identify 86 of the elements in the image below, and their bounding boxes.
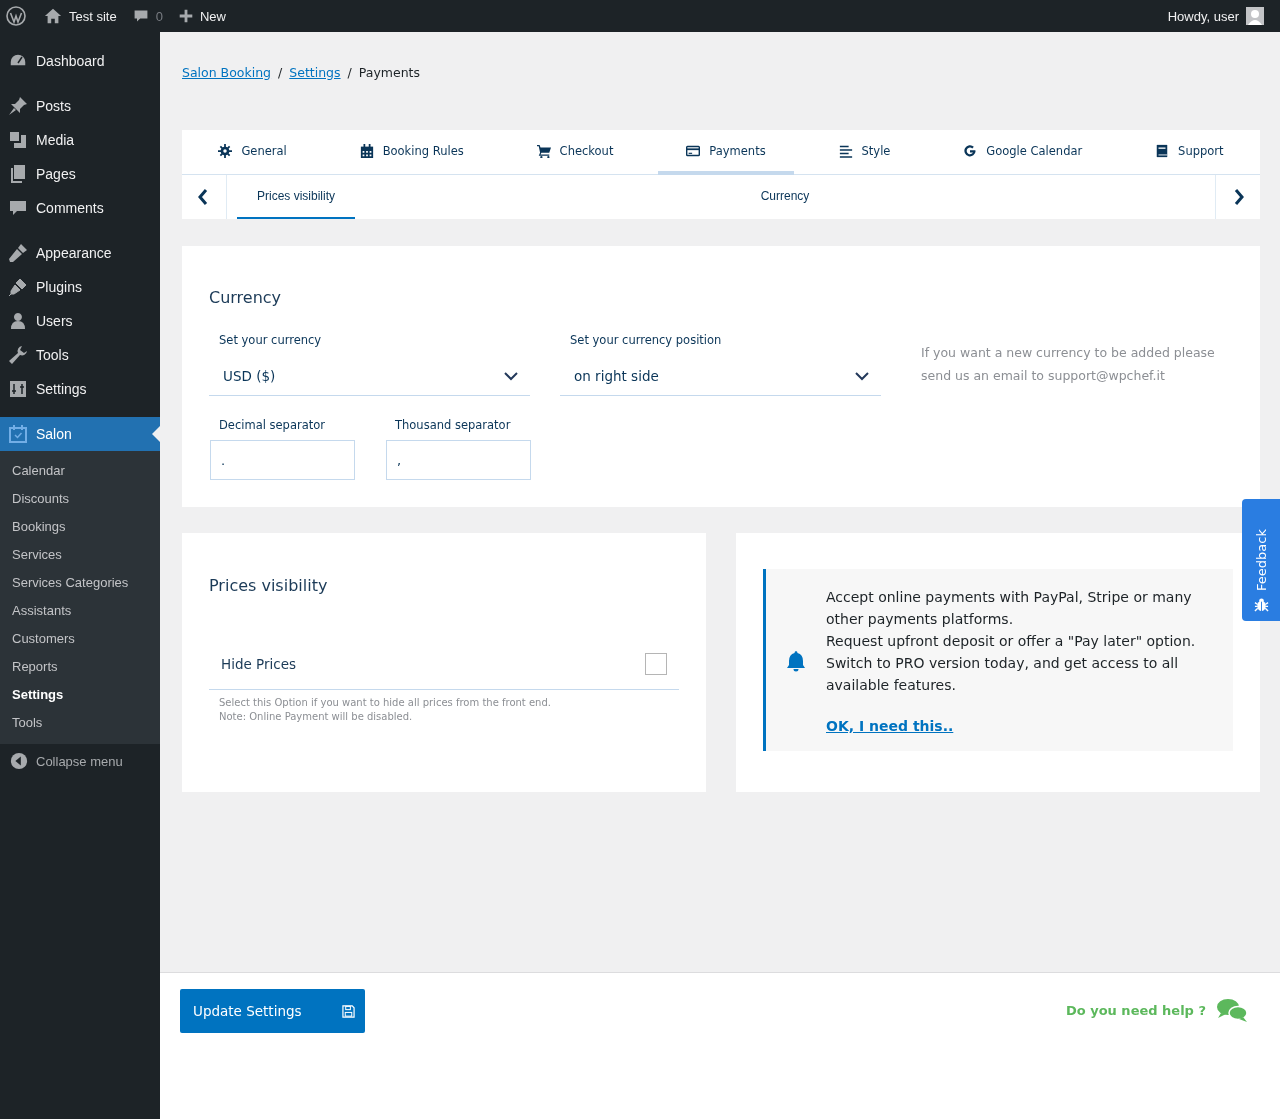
bell-icon: [786, 649, 806, 672]
sidebar-item[interactable]: Dashboard: [0, 44, 160, 78]
update-settings-button[interactable]: Update Settings: [180, 989, 365, 1033]
submenu-item[interactable]: Discounts: [0, 485, 160, 513]
submenu-item[interactable]: Services Categories: [0, 569, 160, 597]
settings-tab[interactable]: General: [190, 130, 315, 175]
submenu-item[interactable]: Bookings: [0, 513, 160, 541]
site-link[interactable]: Test site: [36, 7, 125, 25]
sidebar-item[interactable]: Plugins: [0, 270, 160, 304]
submenu-item[interactable]: Calendar: [0, 457, 160, 485]
media-icon: [8, 130, 28, 150]
breadcrumb-link[interactable]: Salon Booking: [182, 65, 272, 80]
pushpin-icon: [8, 96, 28, 116]
field-label: Set your currency: [218, 333, 323, 347]
sidebar-item[interactable]: Comments: [0, 191, 160, 225]
book-icon: [1155, 143, 1170, 158]
option-label: Hide Prices: [221, 656, 297, 672]
collapse-icon: [10, 752, 28, 770]
breadcrumb-text: /: [347, 65, 352, 80]
shopping-cart-icon: [536, 143, 551, 158]
field-label: Thousand separator: [394, 418, 512, 432]
promo-text: Request upfront deposit or offer a "Pay later" option. Switch to PRO version today, and get access to all available features.: [826, 632, 1197, 695]
speech-bubble-icon: [8, 198, 28, 218]
wrench-icon: [8, 345, 28, 365]
sidebar-item[interactable]: Posts: [0, 89, 160, 123]
settings-tab[interactable]: Google Calendar: [935, 130, 1111, 175]
speech-bubble-icon: [132, 8, 149, 24]
calendar-icon: [359, 143, 374, 158]
credit-card-icon: [686, 143, 701, 158]
sidebar-item[interactable]: Media: [0, 123, 160, 157]
settings-tab[interactable]: Booking Rules: [331, 130, 492, 175]
settings-tab[interactable]: Style: [810, 130, 919, 175]
paintbrush-icon: [8, 243, 28, 263]
promo-text: Accept online payments with PayPal, Stripe or many other payments platforms.: [826, 588, 1193, 629]
new-link[interactable]: New: [170, 8, 234, 24]
user-icon: [8, 311, 28, 331]
sliders-icon: [8, 379, 28, 399]
field-label: Decimal separator: [218, 418, 326, 432]
chevron-down-icon: [855, 369, 869, 383]
breadcrumb-link[interactable]: Settings: [289, 65, 341, 80]
sidebar-item[interactable]: Salon: [0, 417, 160, 451]
checkbox[interactable]: [645, 653, 667, 675]
submenu-item[interactable]: Services: [0, 541, 160, 569]
sidebar-item[interactable]: Settings: [0, 372, 160, 406]
sidebar-item[interactable]: Appearance: [0, 236, 160, 270]
user-menu[interactable]: Howdy, user: [1159, 7, 1272, 25]
help-text: Note: Online Payment will be disabled.: [219, 710, 414, 724]
help-text: If you want a new currency to be added please send us an email to support@wpchef.it: [921, 344, 1216, 385]
settings-tab[interactable]: Support: [1127, 130, 1252, 175]
pages-icon: [8, 164, 28, 184]
bug-icon: [1253, 597, 1269, 612]
dropdown[interactable]: on right side: [560, 357, 881, 396]
input-field[interactable]: ,: [386, 440, 531, 480]
google-g-icon: [963, 143, 978, 158]
breadcrumb-text: Payments: [358, 65, 421, 80]
sidebar-item[interactable]: Users: [0, 304, 160, 338]
chevron-down-icon: [504, 369, 518, 383]
settings-tab[interactable]: Checkout: [508, 130, 642, 175]
submenu-item[interactable]: Assistants: [0, 597, 160, 625]
submenu-item[interactable]: Settings: [0, 681, 160, 709]
input-field[interactable]: .: [210, 440, 355, 480]
chat-bubbles-icon: [1216, 997, 1248, 1023]
dropdown[interactable]: USD ($): [209, 357, 530, 396]
calendar-icon: [8, 424, 28, 444]
subtab[interactable]: Currency: [355, 175, 1215, 219]
comments-link[interactable]: 0: [124, 8, 171, 24]
submenu-item[interactable]: Tools: [0, 709, 160, 737]
sidebar-item[interactable]: Pages: [0, 157, 160, 191]
wordpress-logo-icon[interactable]: [6, 6, 26, 26]
home-icon: [44, 7, 62, 25]
help-text: Select this Option if you want to hide all prices from the front end.: [219, 696, 552, 710]
section-title: Prices visibility: [209, 576, 329, 595]
submenu-item[interactable]: Customers: [0, 625, 160, 653]
plus-icon: [178, 9, 193, 23]
breadcrumb-text: /: [278, 65, 283, 80]
submenu-item[interactable]: Reports: [0, 653, 160, 681]
gear-icon: [218, 143, 233, 158]
feedback-tab[interactable]: Feedback: [1242, 499, 1280, 621]
collapse-menu-button[interactable]: Collapse menu: [0, 744, 160, 778]
field-label: Set your currency position: [569, 333, 723, 347]
subtab[interactable]: Prices visibility: [237, 175, 355, 219]
avatar-icon: [1246, 7, 1264, 25]
section-title: Currency: [209, 288, 283, 307]
upgrade-link[interactable]: OK, I need this..: [826, 718, 954, 734]
sidebar-item[interactable]: Tools: [0, 338, 160, 372]
align-left-icon: [838, 143, 853, 158]
